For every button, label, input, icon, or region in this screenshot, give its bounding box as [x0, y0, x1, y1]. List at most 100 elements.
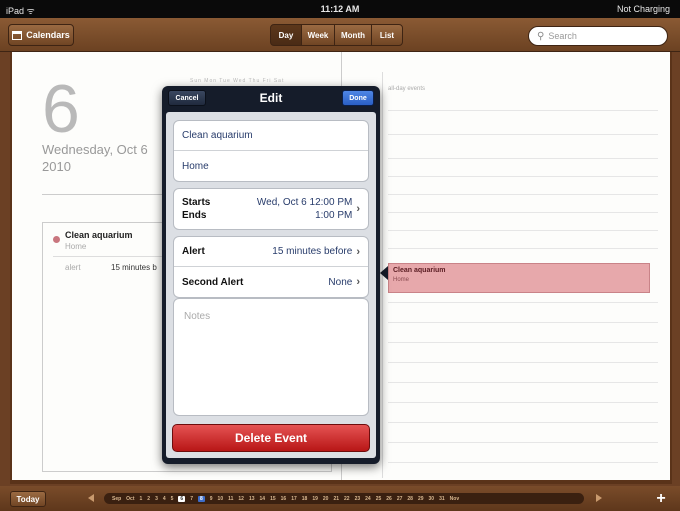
calendars-button[interactable]: Calendars: [8, 24, 74, 46]
title-field[interactable]: Clean aquarium: [174, 121, 368, 151]
tab-week[interactable]: Week: [301, 24, 335, 46]
delete-event-button[interactable]: Delete Event: [172, 424, 370, 452]
alert-label: Alert: [182, 246, 205, 257]
bottom-bar: Today Sep Oct 1 2 3 4 5 6 7 8 9 10 11 12 13 14 15 16 17 1…: [0, 486, 680, 511]
day-scrubber-day[interactable]: 3: [155, 496, 158, 502]
month-label: Oct: [126, 495, 135, 502]
hour-line: [388, 302, 658, 303]
all-day-label: all-day events: [388, 86, 426, 92]
search-icon: ⚲: [537, 30, 545, 42]
mini-calendar-header: Sun Mon Tue Wed Thu Fri Sat: [190, 78, 285, 84]
hour-line: [388, 422, 658, 423]
day-scrubber[interactable]: Sep Oct 1 2 3 4 5 6 7 8 9 10 11 12 13 14 15 16 17 18 19 20 2…: [104, 493, 584, 504]
event-block-location: Home: [393, 277, 410, 283]
hour-line: [388, 158, 658, 159]
notes-placeholder: Notes: [184, 311, 211, 322]
search-placeholder: Search: [548, 31, 577, 41]
alert-row[interactable]: Alert 15 minutes before ›: [174, 237, 368, 267]
right-page: all-day events Clean aquarium Home: [342, 52, 670, 480]
day-scrubber-day[interactable]: 23: [355, 496, 361, 502]
battery-label: Not Charging: [616, 4, 670, 14]
tab-month[interactable]: Month: [334, 24, 372, 46]
ends-value: 1:00 PM: [315, 210, 353, 221]
starts-value: Wed, Oct 6 12:00 PM: [256, 197, 353, 208]
day-scrubber-day[interactable]: 9: [210, 496, 213, 502]
day-scrubber-day[interactable]: 4: [163, 496, 166, 502]
day-scrubber-day[interactable]: 14: [260, 496, 266, 502]
day-scrubber-day[interactable]: 16: [281, 496, 287, 502]
day-scrubber-day[interactable]: 1: [140, 496, 143, 502]
ends-label: Ends: [182, 210, 207, 221]
day-scrubber-day[interactable]: 27: [397, 496, 403, 502]
second-alert-value: None: [328, 276, 353, 288]
day-scrubber-day[interactable]: 15: [270, 496, 276, 502]
day-scrubber-day[interactable]: 18: [302, 496, 308, 502]
day-scrubber-day[interactable]: 22: [344, 496, 350, 502]
day-scrubber-day[interactable]: 7: [190, 496, 193, 502]
day-scrubber-day[interactable]: 12: [238, 496, 244, 502]
alert-group: Alert 15 minutes before › Second Alert N…: [173, 236, 369, 298]
view-selector: Day Week Month List: [270, 24, 403, 46]
add-event-button[interactable]: +: [652, 490, 670, 508]
clock-label: 11:12 AM: [320, 4, 360, 14]
popover-header: Cancel Edit Done: [162, 86, 380, 110]
second-alert-label: Second Alert: [182, 276, 244, 288]
prev-month-label[interactable]: Sep: [112, 496, 121, 502]
day-number: 6: [42, 71, 80, 147]
event-block[interactable]: Clean aquarium Home: [388, 263, 650, 293]
event-title: Clean aquarium: [65, 230, 133, 240]
second-alert-row[interactable]: Second Alert None ›: [174, 267, 368, 297]
day-scrubber-day[interactable]: 10: [218, 496, 224, 502]
day-scrubber-day[interactable]: 31: [439, 496, 445, 502]
starts-label: Starts: [182, 197, 211, 208]
location-field[interactable]: Home: [174, 151, 368, 181]
day-scrubber-day[interactable]: 2: [147, 496, 150, 502]
done-button[interactable]: Done: [342, 90, 374, 106]
toolbar: Calendars Day Week Month List ⚲ Search: [0, 18, 680, 52]
hour-line: [388, 212, 658, 213]
day-scrubber-day[interactable]: 5: [171, 496, 174, 502]
day-scrubber-day[interactable]: 8: [197, 495, 205, 502]
alert-key: alert: [65, 263, 81, 272]
calendars-button-label: Calendars: [26, 30, 70, 40]
hour-line: [388, 194, 658, 195]
day-scrubber-day[interactable]: 6: [178, 495, 186, 502]
tab-list[interactable]: List: [371, 24, 403, 46]
day-scrubber-day[interactable]: 11: [228, 496, 233, 502]
hour-line: [388, 342, 658, 343]
day-scrubber-day[interactable]: 13: [249, 496, 255, 502]
starts-ends-row[interactable]: Starts Ends Wed, Oct 6 12:00 PM 1:00 PM …: [174, 189, 368, 229]
day-scrubber-day[interactable]: 21: [333, 496, 339, 502]
notes-field[interactable]: Notes: [173, 298, 369, 416]
chevron-right-icon: ›: [356, 245, 360, 258]
hour-line: [388, 462, 658, 463]
day-scrubber-day[interactable]: 26: [386, 496, 392, 502]
day-scrubber-day[interactable]: 24: [365, 496, 371, 502]
event-block-title: Clean aquarium: [393, 267, 446, 274]
next-arrow-icon[interactable]: [596, 494, 602, 502]
hour-line: [388, 442, 658, 443]
hour-line: [388, 248, 658, 249]
day-scrubber-day[interactable]: 28: [407, 496, 413, 502]
hour-line: [388, 230, 658, 231]
status-bar: iPad ᯤ 11:12 AM Not Charging: [0, 0, 680, 18]
title-location-group: Clean aquarium Home: [173, 120, 369, 182]
day-scrubber-day[interactable]: 20: [323, 496, 329, 502]
hour-line: [388, 322, 658, 323]
day-scrubber-day[interactable]: 19: [312, 496, 318, 502]
previous-arrow-icon[interactable]: [88, 494, 94, 502]
hour-line: [388, 110, 658, 111]
today-button[interactable]: Today: [10, 491, 46, 507]
weekday-date: Wednesday, Oct 6: [42, 142, 148, 157]
tab-day[interactable]: Day: [270, 24, 302, 46]
day-scrubber-day[interactable]: 29: [418, 496, 424, 502]
time-group: Starts Ends Wed, Oct 6 12:00 PM 1:00 PM …: [173, 188, 369, 230]
search-input[interactable]: ⚲ Search: [528, 26, 668, 46]
day-scrubber-day[interactable]: 25: [376, 496, 382, 502]
day-scrubber-day[interactable]: 17: [291, 496, 297, 502]
hour-line: [388, 134, 658, 135]
alert-value: 15 minutes before: [272, 246, 353, 257]
popover-body: Clean aquarium Home Starts Ends Wed, Oct…: [166, 112, 376, 458]
day-scrubber-day[interactable]: 30: [429, 496, 435, 502]
next-month-label[interactable]: Nov: [450, 496, 459, 502]
